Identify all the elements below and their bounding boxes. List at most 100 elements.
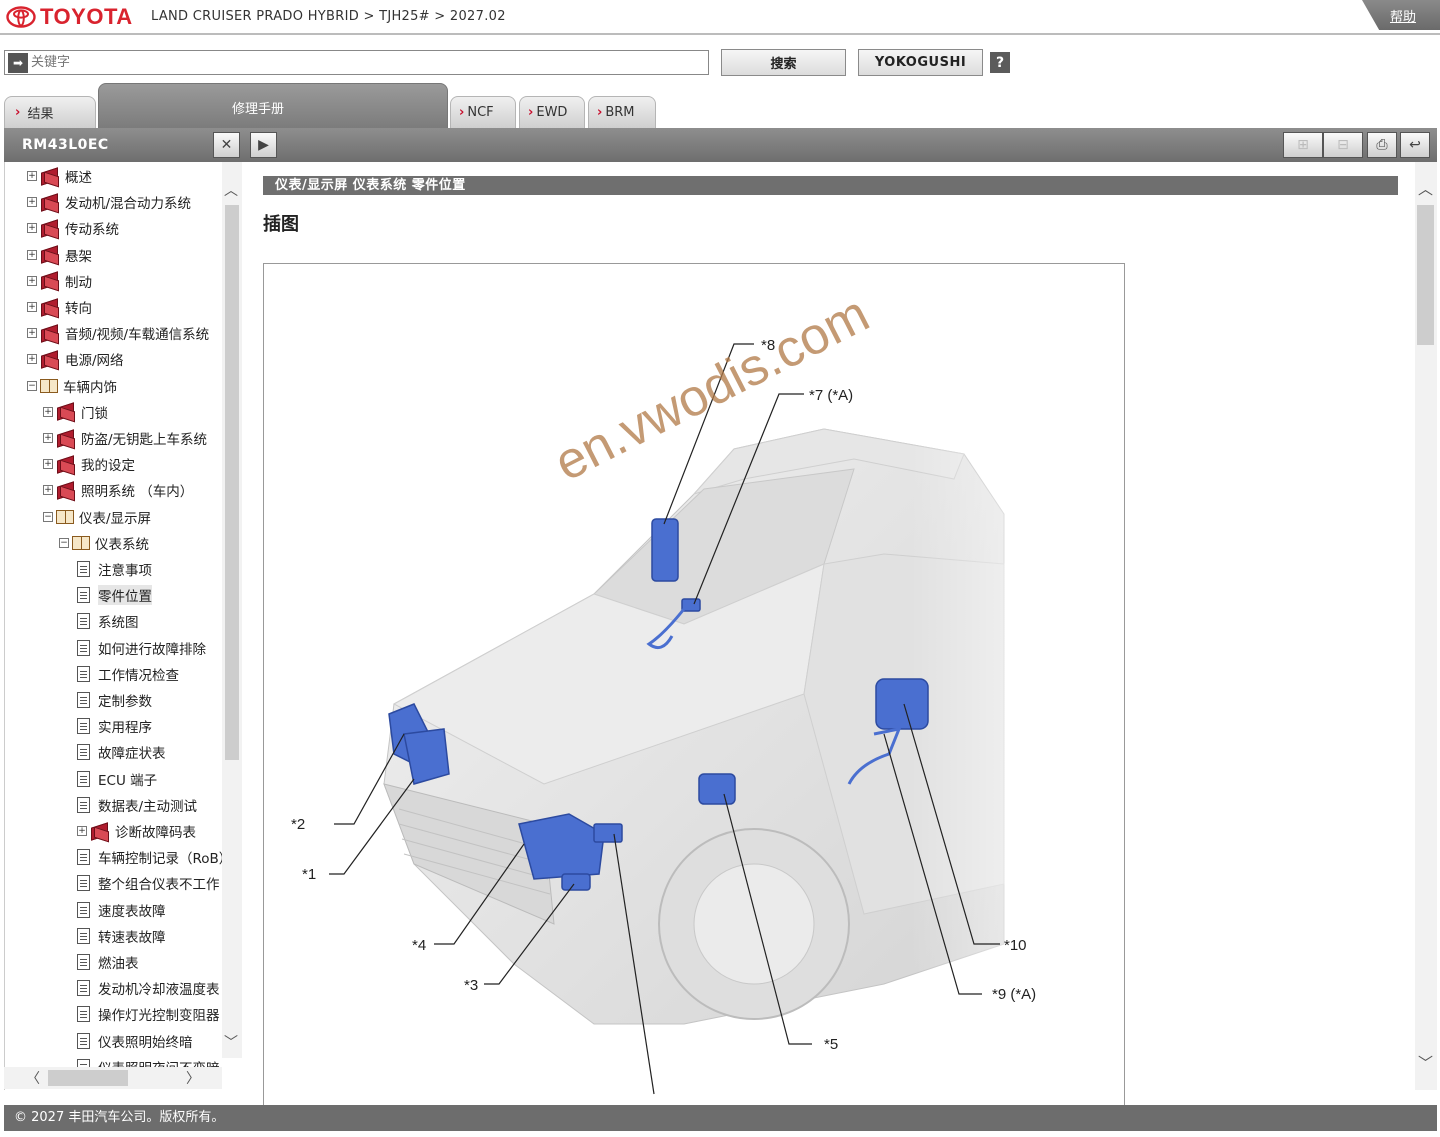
section-path-bar: 仪表/显示屏 仪表系统 零件位置: [263, 176, 1398, 195]
tree-item-label: 系统图: [98, 615, 139, 632]
tree-hscroll-thumb[interactable]: [48, 1070, 128, 1086]
callout-4: *4: [412, 937, 426, 954]
tree-item-label: 仪表系统: [95, 536, 149, 553]
brand-name: TOYOTA: [40, 4, 133, 29]
tree-item[interactable]: + 传动系统: [27, 218, 119, 238]
tree-item[interactable]: 整个组合仪表不工作: [77, 873, 220, 893]
expand-icon[interactable]: +: [27, 354, 37, 365]
expand-icon[interactable]: +: [43, 459, 53, 470]
tree-item[interactable]: + 概述: [27, 166, 92, 186]
expand-icon[interactable]: +: [43, 406, 53, 417]
tree-item[interactable]: 车辆控制记录（RoB）: [77, 847, 232, 867]
tab-ewd[interactable]: › EWD: [519, 96, 585, 128]
book-closed-icon: [40, 195, 60, 210]
header-divider: [0, 33, 1440, 35]
collapse-icon[interactable]: −: [43, 511, 53, 522]
chevron-down-icon[interactable]: ﹀: [1418, 1052, 1433, 1073]
book-closed-icon: [90, 824, 110, 839]
book-closed-icon: [40, 169, 60, 184]
help-link[interactable]: 帮助: [1390, 6, 1416, 25]
chevron-up-icon[interactable]: ︿: [1418, 178, 1433, 199]
tree-item[interactable]: + 门锁: [43, 402, 108, 422]
chevron-up-icon[interactable]: ︿: [224, 180, 238, 200]
expand-icon[interactable]: +: [27, 328, 37, 339]
arrow-right-icon[interactable]: ➡: [8, 52, 28, 73]
search-button[interactable]: 搜索: [721, 49, 846, 76]
expand-icon[interactable]: +: [27, 223, 37, 234]
part-5-module: [698, 773, 736, 805]
tree-item[interactable]: + 我的设定: [43, 454, 135, 474]
tree-item[interactable]: 注意事项: [77, 559, 152, 579]
expand-icon[interactable]: +: [27, 302, 37, 312]
tree-item-label: 传动系统: [65, 222, 119, 239]
expand-icon[interactable]: +: [77, 826, 87, 836]
expand-icon[interactable]: +: [27, 249, 37, 260]
tree-item[interactable]: 工作情况检查: [77, 664, 179, 684]
expand-icon[interactable]: +: [43, 433, 53, 443]
print-icon[interactable]: ⎙: [1367, 132, 1397, 158]
tab-repair-manual[interactable]: 修理手册: [98, 83, 448, 129]
tree-item[interactable]: + 悬架: [27, 245, 92, 265]
tree-item[interactable]: 定制参数: [77, 690, 152, 710]
tree-item[interactable]: 数据表/主动测试: [77, 795, 197, 815]
help-question-icon[interactable]: ?: [990, 52, 1010, 73]
chevron-down-icon[interactable]: ﹀: [224, 1032, 238, 1052]
tree-item[interactable]: 速度表故障: [77, 900, 166, 920]
document-icon: [77, 613, 90, 630]
tree-item-label: 实用程序: [98, 720, 152, 737]
tree-item[interactable]: 仪表照明始终暗: [77, 1031, 193, 1051]
chevron-right-icon[interactable]: 〉: [186, 1068, 200, 1088]
tab-brm[interactable]: › BRM: [588, 96, 656, 128]
content-scroll-thumb[interactable]: [1417, 205, 1434, 345]
tab-brm-label: BRM: [605, 105, 635, 120]
tree-item[interactable]: 转速表故障: [77, 926, 166, 946]
tab-ncf[interactable]: › NCF: [450, 96, 516, 128]
tree-item[interactable]: 故障症状表: [77, 742, 166, 762]
chevron-left-icon[interactable]: 〈: [26, 1068, 40, 1088]
tree-item[interactable]: + 转向: [27, 297, 92, 317]
tree-item[interactable]: + 电源/网络: [27, 349, 124, 369]
book-closed-icon: [40, 300, 60, 315]
tree-item[interactable]: 操作灯光控制变阻器: [77, 1004, 220, 1024]
tree-item[interactable]: + 音频/视频/车载通信系统: [27, 323, 209, 343]
tree-item[interactable]: 燃油表: [77, 952, 139, 972]
tree-item[interactable]: + 照明系统 （车内）: [43, 480, 193, 500]
tab-results[interactable]: › 结果: [4, 96, 96, 128]
tree-item[interactable]: + 发动机/混合动力系统: [27, 192, 191, 212]
tree-item-label: 诊断故障码表: [115, 825, 196, 841]
part-7-connector: [681, 598, 701, 612]
expand-all-icon[interactable]: ⊞: [1283, 132, 1323, 158]
tree-item[interactable]: 如何进行故障排除: [77, 638, 206, 658]
tree-item[interactable]: ECU 端子: [77, 769, 157, 789]
expand-icon[interactable]: +: [27, 197, 37, 208]
tree-item[interactable]: 系统图: [77, 611, 139, 631]
expand-icon[interactable]: +: [27, 275, 37, 286]
tree-item[interactable]: + 防盗/无钥匙上车系统: [43, 428, 207, 448]
search-input[interactable]: [28, 52, 708, 73]
tree-scroll-thumb[interactable]: [225, 205, 239, 760]
tree-item-label: 注意事项: [98, 563, 152, 579]
yokogushi-button[interactable]: YOKOGUSHI: [858, 49, 983, 76]
tree-item[interactable]: 发动机冷却液温度表: [77, 978, 220, 998]
tree-item-label: 音频/视频/车载通信系统: [65, 327, 210, 344]
collapse-icon[interactable]: −: [27, 380, 37, 391]
tree-item[interactable]: − 仪表/显示屏: [43, 507, 151, 527]
tree-item[interactable]: + 制动: [27, 271, 92, 291]
tree-item-label: 防盗/无钥匙上车系统: [81, 432, 208, 448]
tree-item[interactable]: − 车辆内饰: [27, 376, 117, 396]
tree-item[interactable]: + 诊断故障码表: [77, 821, 196, 841]
chevron-right-icon: ›: [459, 105, 465, 120]
document-icon: [77, 744, 90, 761]
tree-item[interactable]: 实用程序: [77, 716, 152, 736]
expand-icon[interactable]: +: [27, 171, 37, 181]
tree-item[interactable]: − 仪表系统: [59, 533, 149, 553]
collapse-icon[interactable]: −: [59, 537, 69, 548]
tree-item-label: 概述: [65, 170, 92, 186]
expand-icon[interactable]: +: [43, 485, 53, 496]
return-icon[interactable]: ↩: [1400, 132, 1430, 158]
book-closed-icon: [40, 247, 60, 262]
play-icon[interactable]: ▶: [250, 132, 277, 158]
tree-item[interactable]: 零件位置: [77, 585, 152, 606]
close-icon[interactable]: ✕: [213, 132, 240, 158]
collapse-all-icon[interactable]: ⊟: [1323, 132, 1363, 158]
